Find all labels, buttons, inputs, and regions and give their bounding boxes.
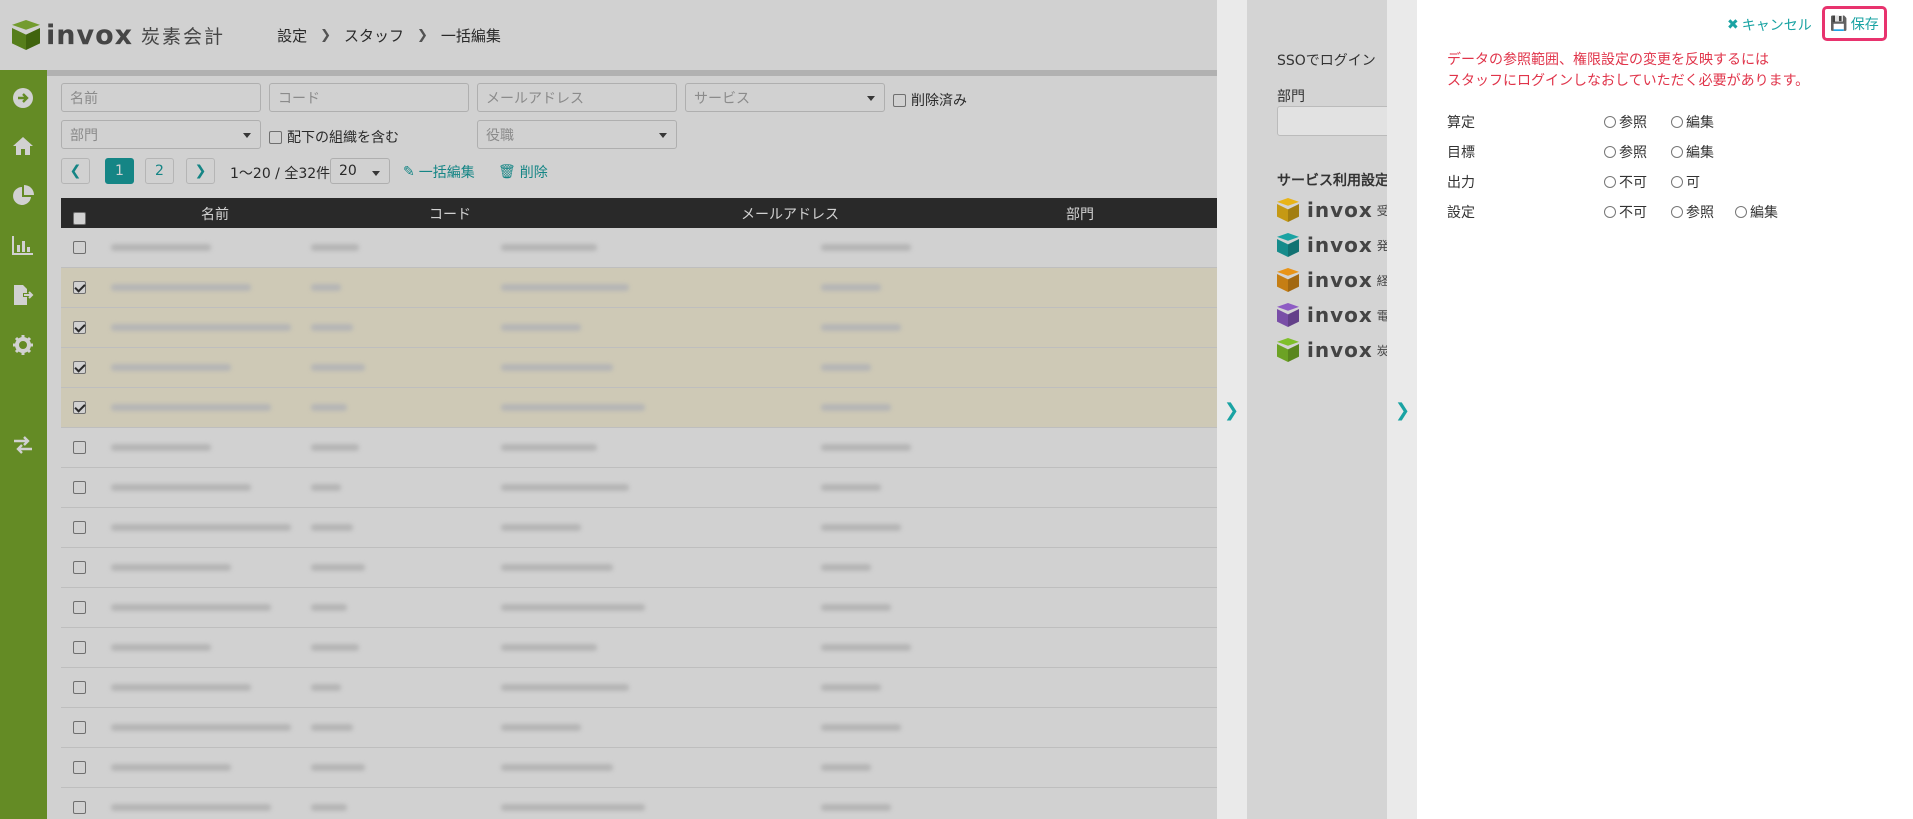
- radio-label: 参照: [1619, 115, 1647, 131]
- permission-radio[interactable]: 参照: [1604, 142, 1647, 162]
- service-item: invox 発: [1277, 233, 1387, 257]
- close-icon: ✖: [1727, 17, 1739, 33]
- service-item: invox 経: [1277, 268, 1387, 292]
- permission-radio[interactable]: 参照: [1671, 202, 1714, 222]
- permission-radio[interactable]: 編集: [1671, 142, 1714, 162]
- radio-label: 不可: [1619, 205, 1647, 221]
- service-name: invox: [1307, 268, 1373, 292]
- radio-label: 編集: [1686, 115, 1714, 131]
- service-sub: 経: [1376, 273, 1387, 288]
- radio-label: 可: [1686, 175, 1700, 191]
- service-name: invox: [1307, 198, 1373, 222]
- radio-circle-icon[interactable]: [1671, 116, 1683, 128]
- chevron-right-icon[interactable]: ❯: [1395, 400, 1410, 421]
- service-item: invox 炭: [1277, 338, 1387, 362]
- permission-radio[interactable]: 編集: [1671, 112, 1714, 132]
- permission-label: 目標: [1447, 145, 1475, 161]
- save-button[interactable]: 💾 保存: [1822, 6, 1887, 41]
- permission-label: 算定: [1447, 115, 1475, 131]
- modal-backdrop[interactable]: [0, 0, 1217, 819]
- service-sub: 電: [1376, 308, 1387, 323]
- service-name: invox: [1307, 233, 1373, 257]
- radio-circle-icon[interactable]: [1671, 206, 1683, 218]
- radio-circle-icon[interactable]: [1604, 176, 1616, 188]
- permission-label: 設定: [1447, 205, 1475, 221]
- chevron-right-icon[interactable]: ❯: [1224, 400, 1239, 421]
- service-item: invox 受: [1277, 198, 1387, 222]
- radio-circle-icon[interactable]: [1604, 206, 1616, 218]
- service-name: invox: [1307, 303, 1373, 327]
- service-item: invox 電: [1277, 303, 1387, 327]
- permission-radio[interactable]: 可: [1671, 172, 1700, 192]
- department-label: 部門: [1277, 89, 1305, 105]
- service-sub: 受: [1376, 203, 1387, 218]
- permission-radio[interactable]: 編集: [1735, 202, 1778, 222]
- service-settings-label: サービス利用設定: [1277, 173, 1387, 189]
- radio-circle-icon[interactable]: [1671, 176, 1683, 188]
- service-sub: 炭: [1376, 343, 1387, 358]
- sso-label: SSOでログイン: [1277, 53, 1376, 69]
- permission-panel: ✖ キャンセル 💾 保存 データの参照範囲、権限設定の変更を反映するには スタッ…: [1417, 0, 1913, 819]
- warning-line-2: スタッフにログインしなおしていただく必要があります。: [1447, 73, 1810, 89]
- radio-label: 不可: [1619, 175, 1647, 191]
- permission-radio[interactable]: 参照: [1604, 112, 1647, 132]
- warning-line-1: データの参照範囲、権限設定の変更を反映するには: [1447, 52, 1769, 68]
- permission-label: 出力: [1447, 175, 1475, 191]
- permission-radio[interactable]: 不可: [1604, 202, 1647, 222]
- save-icon: 💾: [1830, 15, 1848, 32]
- service-cube-icon: [1277, 338, 1299, 362]
- radio-label: 参照: [1686, 205, 1714, 221]
- warning-message: データの参照範囲、権限設定の変更を反映するには スタッフにログインしなおしていた…: [1447, 50, 1809, 92]
- radio-label: 編集: [1750, 205, 1778, 221]
- permission-radio[interactable]: 不可: [1604, 172, 1647, 192]
- save-label: 保存: [1850, 16, 1879, 33]
- radio-circle-icon[interactable]: [1735, 206, 1747, 218]
- service-cube-icon: [1277, 303, 1299, 327]
- radio-circle-icon[interactable]: [1604, 116, 1616, 128]
- radio-label: 編集: [1686, 145, 1714, 161]
- cancel-button[interactable]: ✖ キャンセル: [1727, 15, 1812, 35]
- staff-detail-panel: SSOでログイン 部門 サービス利用設定 invox 受 invox 発 invox 経 i…: [1247, 0, 1387, 819]
- service-sub: 発: [1376, 238, 1387, 253]
- radio-circle-icon[interactable]: [1604, 146, 1616, 158]
- service-cube-icon: [1277, 268, 1299, 292]
- radio-label: 参照: [1619, 145, 1647, 161]
- service-cube-icon: [1277, 198, 1299, 222]
- department-input[interactable]: [1277, 106, 1387, 136]
- cancel-label: キャンセル: [1741, 18, 1812, 34]
- service-cube-icon: [1277, 233, 1299, 257]
- service-name: invox: [1307, 338, 1373, 362]
- radio-circle-icon[interactable]: [1671, 146, 1683, 158]
